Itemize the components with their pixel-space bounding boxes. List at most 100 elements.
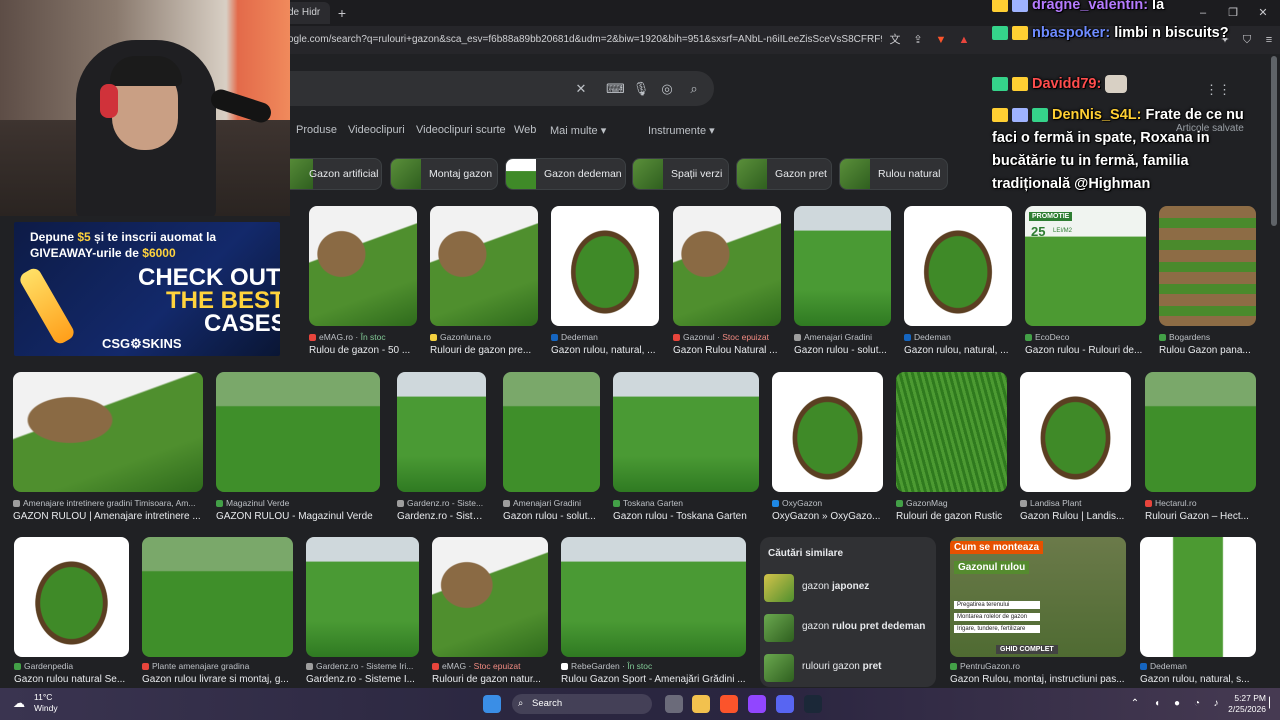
result-title[interactable]: Gazon rulou, natural, ... bbox=[904, 345, 1012, 356]
result-title[interactable]: Gazon rulou - solut... bbox=[503, 511, 600, 522]
image-result[interactable]: Toskana Garten Gazon rulou - Toskana Gar… bbox=[613, 372, 759, 522]
result-title[interactable]: OxyGazon » OxyGazo... bbox=[772, 511, 883, 522]
result-image[interactable] bbox=[551, 206, 659, 326]
notification-icon[interactable]: ▏ bbox=[1266, 697, 1280, 711]
clear-search-icon[interactable]: ✕ bbox=[572, 80, 590, 98]
result-title[interactable]: GAZON RULOU | Amenajare intretinere ... bbox=[13, 511, 203, 522]
menu-icon[interactable]: ≡ bbox=[1260, 31, 1278, 49]
result-image[interactable] bbox=[1159, 206, 1256, 326]
result-title[interactable]: Gardenz.ro - Sisteme I... bbox=[306, 674, 419, 685]
image-result[interactable]: Gazonul · Stoc epuizat Gazon Rulou Natur… bbox=[673, 206, 781, 356]
result-image[interactable] bbox=[794, 206, 891, 326]
result-title[interactable]: Rulou Gazon pana... bbox=[1159, 345, 1256, 356]
start-icon[interactable] bbox=[483, 695, 501, 713]
result-title[interactable]: Gazon rulou, natural, ... bbox=[551, 345, 659, 356]
keyboard-icon[interactable]: ⌨ bbox=[606, 80, 625, 98]
lens-icon[interactable]: ◎ bbox=[658, 80, 676, 98]
new-tab-button[interactable]: + bbox=[334, 4, 350, 22]
volume-icon[interactable]: ◖ bbox=[1150, 697, 1164, 711]
image-result[interactable]: Amenajari Gradini Gazon rulou - solut... bbox=[794, 206, 891, 356]
result-image[interactable] bbox=[904, 206, 1012, 326]
result-title[interactable]: Rulouri de gazon natur... bbox=[432, 674, 548, 685]
image-result[interactable]: PROMOTIE 25 LEI/M2 EcoDeco Gazon rulou -… bbox=[1025, 206, 1146, 356]
image-result[interactable]: Amenajare intretinere gradini Timisoara,… bbox=[13, 372, 203, 522]
result-title[interactable]: Gazon rulou natural Se... bbox=[14, 674, 129, 685]
image-result[interactable]: Gardenpedia Gazon rulou natural Se... bbox=[14, 537, 129, 687]
image-result[interactable]: GazonMag Rulouri de gazon Rustic bbox=[896, 372, 1007, 522]
image-result[interactable]: Dedeman Gazon rulou, natural, ... bbox=[551, 206, 659, 356]
result-image[interactable] bbox=[1140, 537, 1256, 657]
image-result[interactable]: Plante amenajare gradina Gazon rulou liv… bbox=[142, 537, 293, 687]
translate-icon[interactable]: 文 bbox=[886, 31, 904, 49]
result-image[interactable] bbox=[14, 537, 129, 657]
result-title[interactable]: Gazon rulou livrare si montaj, g... bbox=[142, 674, 293, 685]
weather-widget[interactable]: 11°C Windy bbox=[34, 692, 58, 714]
result-image[interactable] bbox=[1020, 372, 1131, 492]
brave-browser-icon[interactable] bbox=[720, 695, 738, 713]
tray-chevron-icon[interactable]: ⌃ bbox=[1128, 697, 1142, 711]
result-image[interactable] bbox=[673, 206, 781, 326]
result-image[interactable] bbox=[613, 372, 759, 492]
share-icon[interactable]: ⇪ bbox=[909, 31, 927, 49]
taskbar-clock[interactable]: 5:27 PM 2/25/2026 bbox=[1226, 693, 1266, 715]
result-image[interactable] bbox=[216, 372, 380, 492]
image-result[interactable]: Bogardens Rulou Gazon pana... bbox=[1159, 206, 1256, 356]
result-image[interactable] bbox=[561, 537, 746, 657]
scrollbar[interactable] bbox=[1271, 56, 1277, 226]
image-result[interactable]: Gazonluna.ro Rulouri de gazon pre... bbox=[430, 206, 538, 356]
image-result[interactable]: Magazinul Verde GAZON RULOU - Magazinul … bbox=[216, 372, 380, 522]
rewards-icon[interactable]: ▲ bbox=[955, 31, 973, 49]
result-image[interactable] bbox=[306, 537, 419, 657]
filter-more[interactable]: Mai multe ▾ bbox=[550, 124, 606, 137]
chip-gazon-pret[interactable]: Gazon pret bbox=[736, 158, 832, 190]
image-result[interactable]: eMAG.ro · În stoc Rulou de gazon - 50 ..… bbox=[309, 206, 417, 356]
url-field[interactable]: ogle.com/search?q=rulouri+gazon&sca_esv=… bbox=[288, 31, 882, 49]
result-title[interactable]: GAZON RULOU - Magazinul Verde bbox=[216, 511, 380, 522]
related-search-item[interactable]: gazon rulou pret dedeman bbox=[764, 611, 932, 645]
network-icon[interactable]: ◔ bbox=[1190, 697, 1204, 711]
chip-montaj-gazon[interactable]: Montaj gazon bbox=[390, 158, 498, 190]
chip-rulou-natural[interactable]: Rulou natural bbox=[839, 158, 948, 190]
result-title[interactable]: Rulouri de gazon pre... bbox=[430, 345, 538, 356]
result-image[interactable] bbox=[896, 372, 1007, 492]
microphone-icon[interactable]: 🎙 bbox=[632, 80, 650, 98]
result-title[interactable]: Gazon rulou - Toskana Garten bbox=[613, 511, 759, 522]
result-image[interactable] bbox=[1145, 372, 1256, 492]
weather-icon[interactable]: ☁ bbox=[12, 696, 26, 710]
result-image[interactable] bbox=[309, 206, 417, 326]
discord-icon[interactable] bbox=[776, 695, 794, 713]
tools-button[interactable]: Instrumente ▾ bbox=[648, 124, 715, 137]
image-result[interactable]: Hectarul.ro Rulouri Gazon – Hect... bbox=[1145, 372, 1256, 522]
image-result[interactable]: Dedeman Gazon rulou, natural, ... bbox=[904, 206, 1012, 356]
result-title[interactable]: Rulou de gazon - 50 ... bbox=[309, 345, 417, 356]
chip-gazon-dedeman[interactable]: Gazon dedeman bbox=[505, 158, 626, 190]
image-result[interactable]: Gardenz.ro - Siste... Gardenz.ro - Siste… bbox=[397, 372, 486, 522]
result-title[interactable]: Gazon Rulou, montaj, instructiuni pas... bbox=[950, 674, 1126, 685]
filter-videos[interactable]: Videoclipuri bbox=[348, 124, 405, 136]
search-icon[interactable]: ⌕ bbox=[685, 80, 703, 98]
brave-shield-icon[interactable]: ▼ bbox=[932, 31, 950, 49]
result-image[interactable] bbox=[503, 372, 600, 492]
result-title[interactable]: Gazon rulou - solut... bbox=[794, 345, 891, 356]
image-result[interactable]: Landisa Plant Gazon Rulou | Landis... bbox=[1020, 372, 1131, 522]
result-title[interactable]: Gazon rulou - Rulouri de... bbox=[1025, 345, 1146, 356]
filter-products[interactable]: Produse bbox=[296, 124, 337, 136]
result-title[interactable]: Gazon Rulou | Landis... bbox=[1020, 511, 1131, 522]
result-title[interactable]: Rulouri de gazon Rustic bbox=[896, 511, 1007, 522]
result-image[interactable] bbox=[397, 372, 486, 492]
result-title[interactable]: Rulou Gazon Sport - Amenajări Grădini ..… bbox=[561, 674, 746, 685]
image-result[interactable]: Gardenz.ro - Sisteme Iri... Gardenz.ro -… bbox=[306, 537, 419, 687]
image-result[interactable]: Amenajari Gradini Gazon rulou - solut... bbox=[503, 372, 600, 522]
related-search-item[interactable]: rulouri gazon pret bbox=[764, 651, 932, 685]
filter-web[interactable]: Web bbox=[514, 124, 536, 136]
twitch-icon[interactable] bbox=[748, 695, 766, 713]
result-image[interactable] bbox=[430, 206, 538, 326]
image-result[interactable]: OxyGazon OxyGazon » OxyGazo... bbox=[772, 372, 883, 522]
chip-gazon-artificial[interactable]: Gazon artificial bbox=[282, 158, 382, 190]
image-result[interactable]: Dedeman Gazon rulou, natural, s... bbox=[1140, 537, 1256, 687]
related-search-item[interactable]: gazon japonez bbox=[764, 571, 932, 605]
task-view-icon[interactable] bbox=[665, 695, 683, 713]
result-title[interactable]: Rulouri Gazon – Hect... bbox=[1145, 511, 1256, 522]
steam-icon[interactable] bbox=[804, 695, 822, 713]
image-result[interactable]: RebeGarden · În stoc Rulou Gazon Sport -… bbox=[561, 537, 746, 687]
